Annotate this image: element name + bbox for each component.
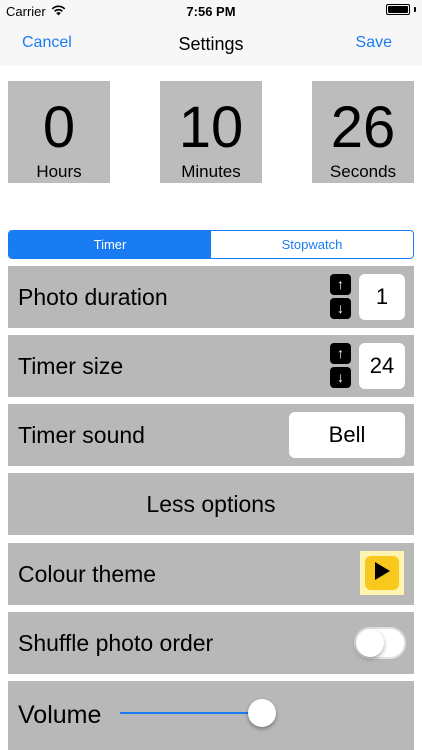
- arrow-up-icon[interactable]: ↑: [330, 343, 351, 364]
- timer-sound-row: Timer sound Bell: [8, 404, 414, 466]
- photo-duration-value[interactable]: 1: [359, 274, 405, 320]
- segment-timer[interactable]: Timer: [9, 231, 211, 258]
- arrow-down-icon[interactable]: ↓: [330, 367, 351, 388]
- status-time: 7:56 PM: [186, 4, 236, 19]
- timer-size-value[interactable]: 24: [359, 343, 405, 389]
- battery-tip: [414, 7, 416, 12]
- minutes-box[interactable]: 10 Minutes: [160, 81, 262, 183]
- volume-slider-thumb[interactable]: [248, 699, 276, 727]
- hours-label: Hours: [36, 162, 82, 181]
- hours-value: 0: [42, 95, 76, 160]
- volume-row: Volume: [8, 681, 414, 750]
- save-button[interactable]: Save: [356, 34, 392, 52]
- arrow-up-icon[interactable]: ↑: [330, 274, 351, 295]
- status-right: [386, 4, 416, 15]
- colour-theme-row: Colour theme: [8, 543, 414, 605]
- less-options-row: Less options: [8, 473, 414, 535]
- timer-sound-button[interactable]: Bell: [289, 412, 405, 458]
- seconds-box[interactable]: 26 Seconds: [312, 81, 414, 183]
- timer-size-row: Timer size ↑ ↓ 24: [8, 335, 414, 397]
- photo-duration-stepper: ↑ ↓: [330, 274, 351, 319]
- mode-segmented-control: Timer Stopwatch: [8, 230, 414, 259]
- battery-icon: [386, 4, 410, 15]
- volume-label: Volume: [18, 701, 102, 729]
- theme-swatch: [365, 556, 399, 590]
- shuffle-row: Shuffle photo order: [8, 612, 414, 674]
- timer-size-stepper: ↑ ↓: [330, 343, 351, 388]
- seconds-label: Seconds: [329, 162, 397, 181]
- shuffle-label: Shuffle photo order: [18, 630, 214, 656]
- settings-content: 0 Hours 10 Minutes 26 Seconds Timer Stop…: [0, 66, 422, 750]
- minutes-value: 10: [178, 95, 244, 160]
- minutes-label: Minutes: [181, 162, 241, 181]
- photo-duration-row: Photo duration ↑ ↓ 1: [8, 266, 414, 328]
- arrow-down-icon[interactable]: ↓: [330, 298, 351, 319]
- play-icon: [373, 561, 391, 586]
- colour-theme-button[interactable]: [360, 551, 404, 595]
- less-options-button[interactable]: Less options: [8, 473, 414, 535]
- colour-theme-label: Colour theme: [18, 561, 157, 587]
- seconds-value: 26: [330, 95, 396, 160]
- timer-size-label: Timer size: [18, 353, 124, 379]
- status-bar: Carrier 7:56 PM: [0, 0, 422, 22]
- navigation-bar: Cancel Settings Save: [0, 22, 422, 66]
- timer-sound-label: Timer sound: [18, 422, 145, 448]
- toggle-knob: [356, 629, 384, 657]
- shuffle-toggle[interactable]: [354, 627, 406, 659]
- hours-box[interactable]: 0 Hours: [8, 81, 110, 183]
- photo-duration-label: Photo duration: [18, 284, 168, 310]
- volume-slider-track[interactable]: [120, 712, 262, 714]
- segment-stopwatch[interactable]: Stopwatch: [211, 231, 413, 258]
